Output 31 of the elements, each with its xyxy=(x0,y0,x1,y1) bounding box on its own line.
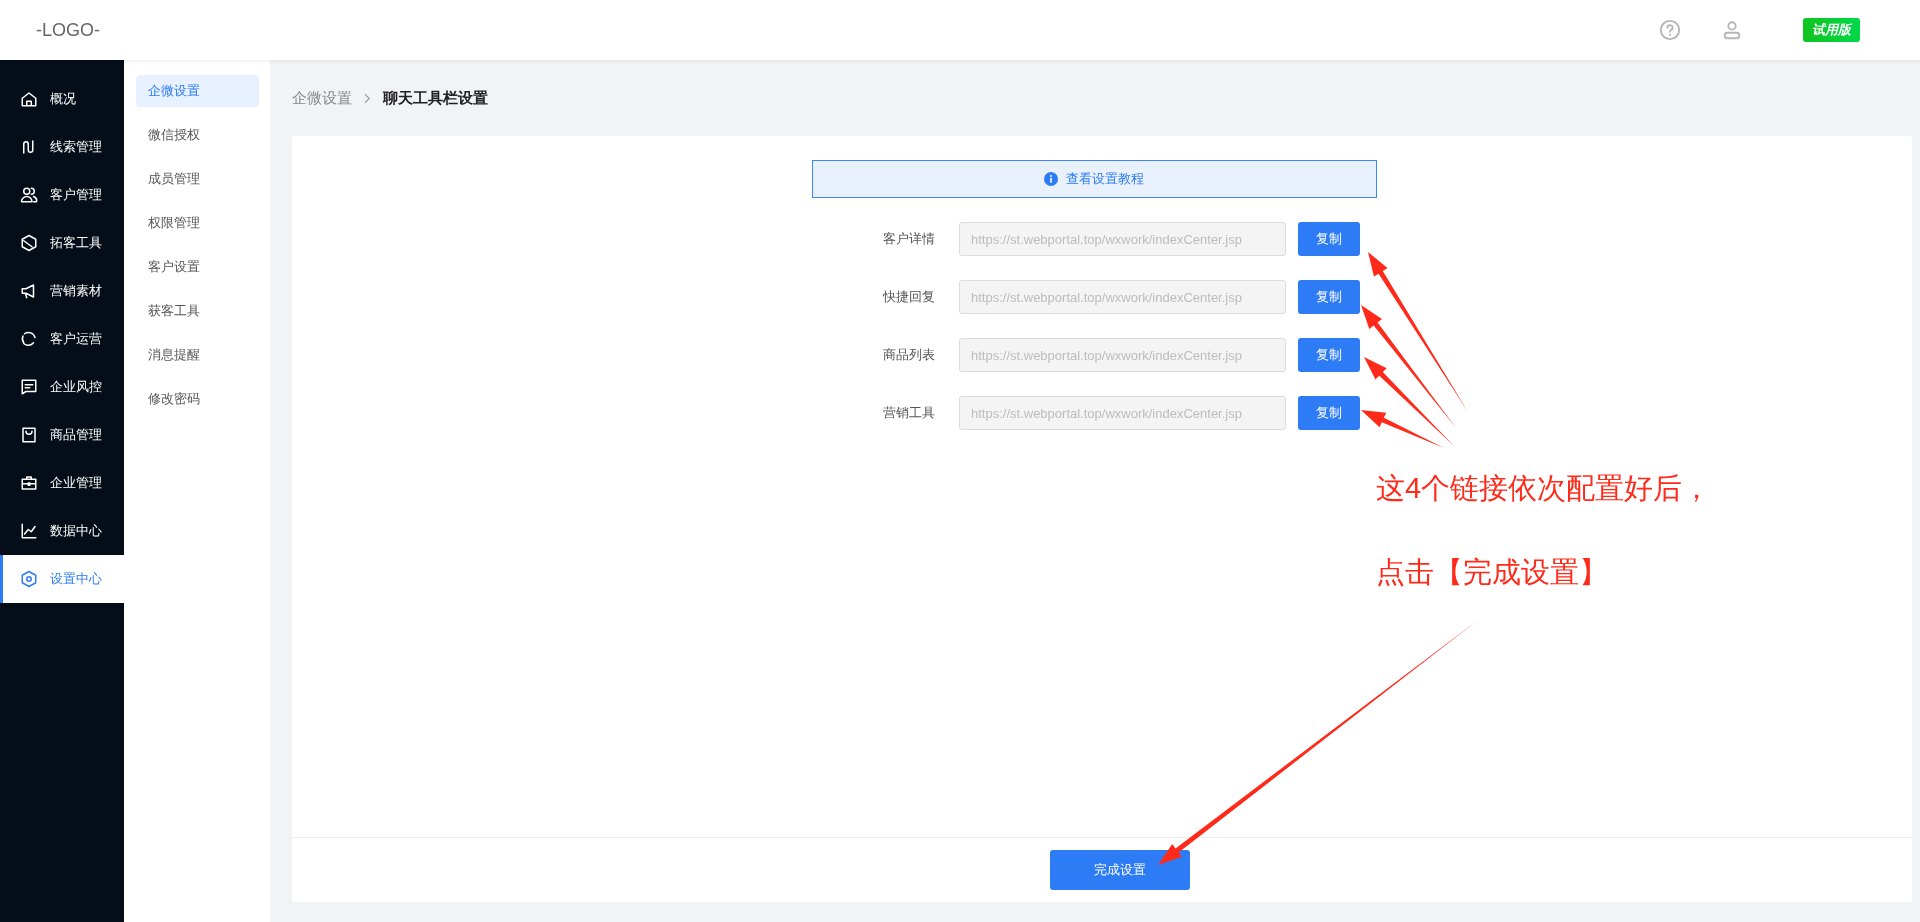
field-label: 营销工具 xyxy=(882,404,936,422)
subnav-item[interactable]: 消息提醒 xyxy=(136,339,259,371)
subnav-item[interactable]: 权限管理 xyxy=(136,207,259,239)
subnav-item[interactable]: 客户设置 xyxy=(136,251,259,283)
nav-item[interactable]: 客户运营 xyxy=(0,315,124,363)
field-label: 客户详情 xyxy=(882,230,936,248)
nav-item[interactable]: 设置中心 xyxy=(0,555,124,603)
field-label: 商品列表 xyxy=(882,346,936,364)
nav-item[interactable]: 客户管理 xyxy=(0,171,124,219)
nav-item[interactable]: 概况 xyxy=(0,75,124,123)
page-title: 聊天工具栏设置 xyxy=(383,88,488,108)
subnav-item[interactable]: 成员管理 xyxy=(136,163,259,195)
tutorial-banner[interactable]: 查看设置教程 xyxy=(811,160,1377,198)
banner-text: 查看设置教程 xyxy=(1066,170,1144,188)
field-label: 快捷回复 xyxy=(882,288,936,306)
subnav-item[interactable]: 微信授权 xyxy=(136,119,259,151)
nav-item[interactable]: 企业风控 xyxy=(0,363,124,411)
subnav-item[interactable]: 修改密码 xyxy=(136,383,259,415)
annotation-text: 这4个链接依次配置好后， xyxy=(1376,471,1712,506)
trial-badge: 试用版 xyxy=(1803,18,1860,42)
nav-item[interactable]: 营销素材 xyxy=(0,267,124,315)
subnav-item[interactable]: 获客工具 xyxy=(136,295,259,327)
annotation-text: 点击【完成设置】 xyxy=(1376,555,1609,590)
nav-item[interactable]: 线索管理 xyxy=(0,123,124,171)
subnav-item[interactable]: 企微设置 xyxy=(136,75,259,107)
nav-item[interactable]: 数据中心 xyxy=(0,507,124,555)
nav-item[interactable]: 商品管理 xyxy=(0,411,124,459)
finish-button[interactable]: 完成设置 xyxy=(1049,850,1190,890)
logo: -LOGO- xyxy=(36,19,100,41)
nav-item[interactable]: 企业管理 xyxy=(0,459,124,507)
nav-item[interactable]: 拓客工具 xyxy=(0,219,124,267)
